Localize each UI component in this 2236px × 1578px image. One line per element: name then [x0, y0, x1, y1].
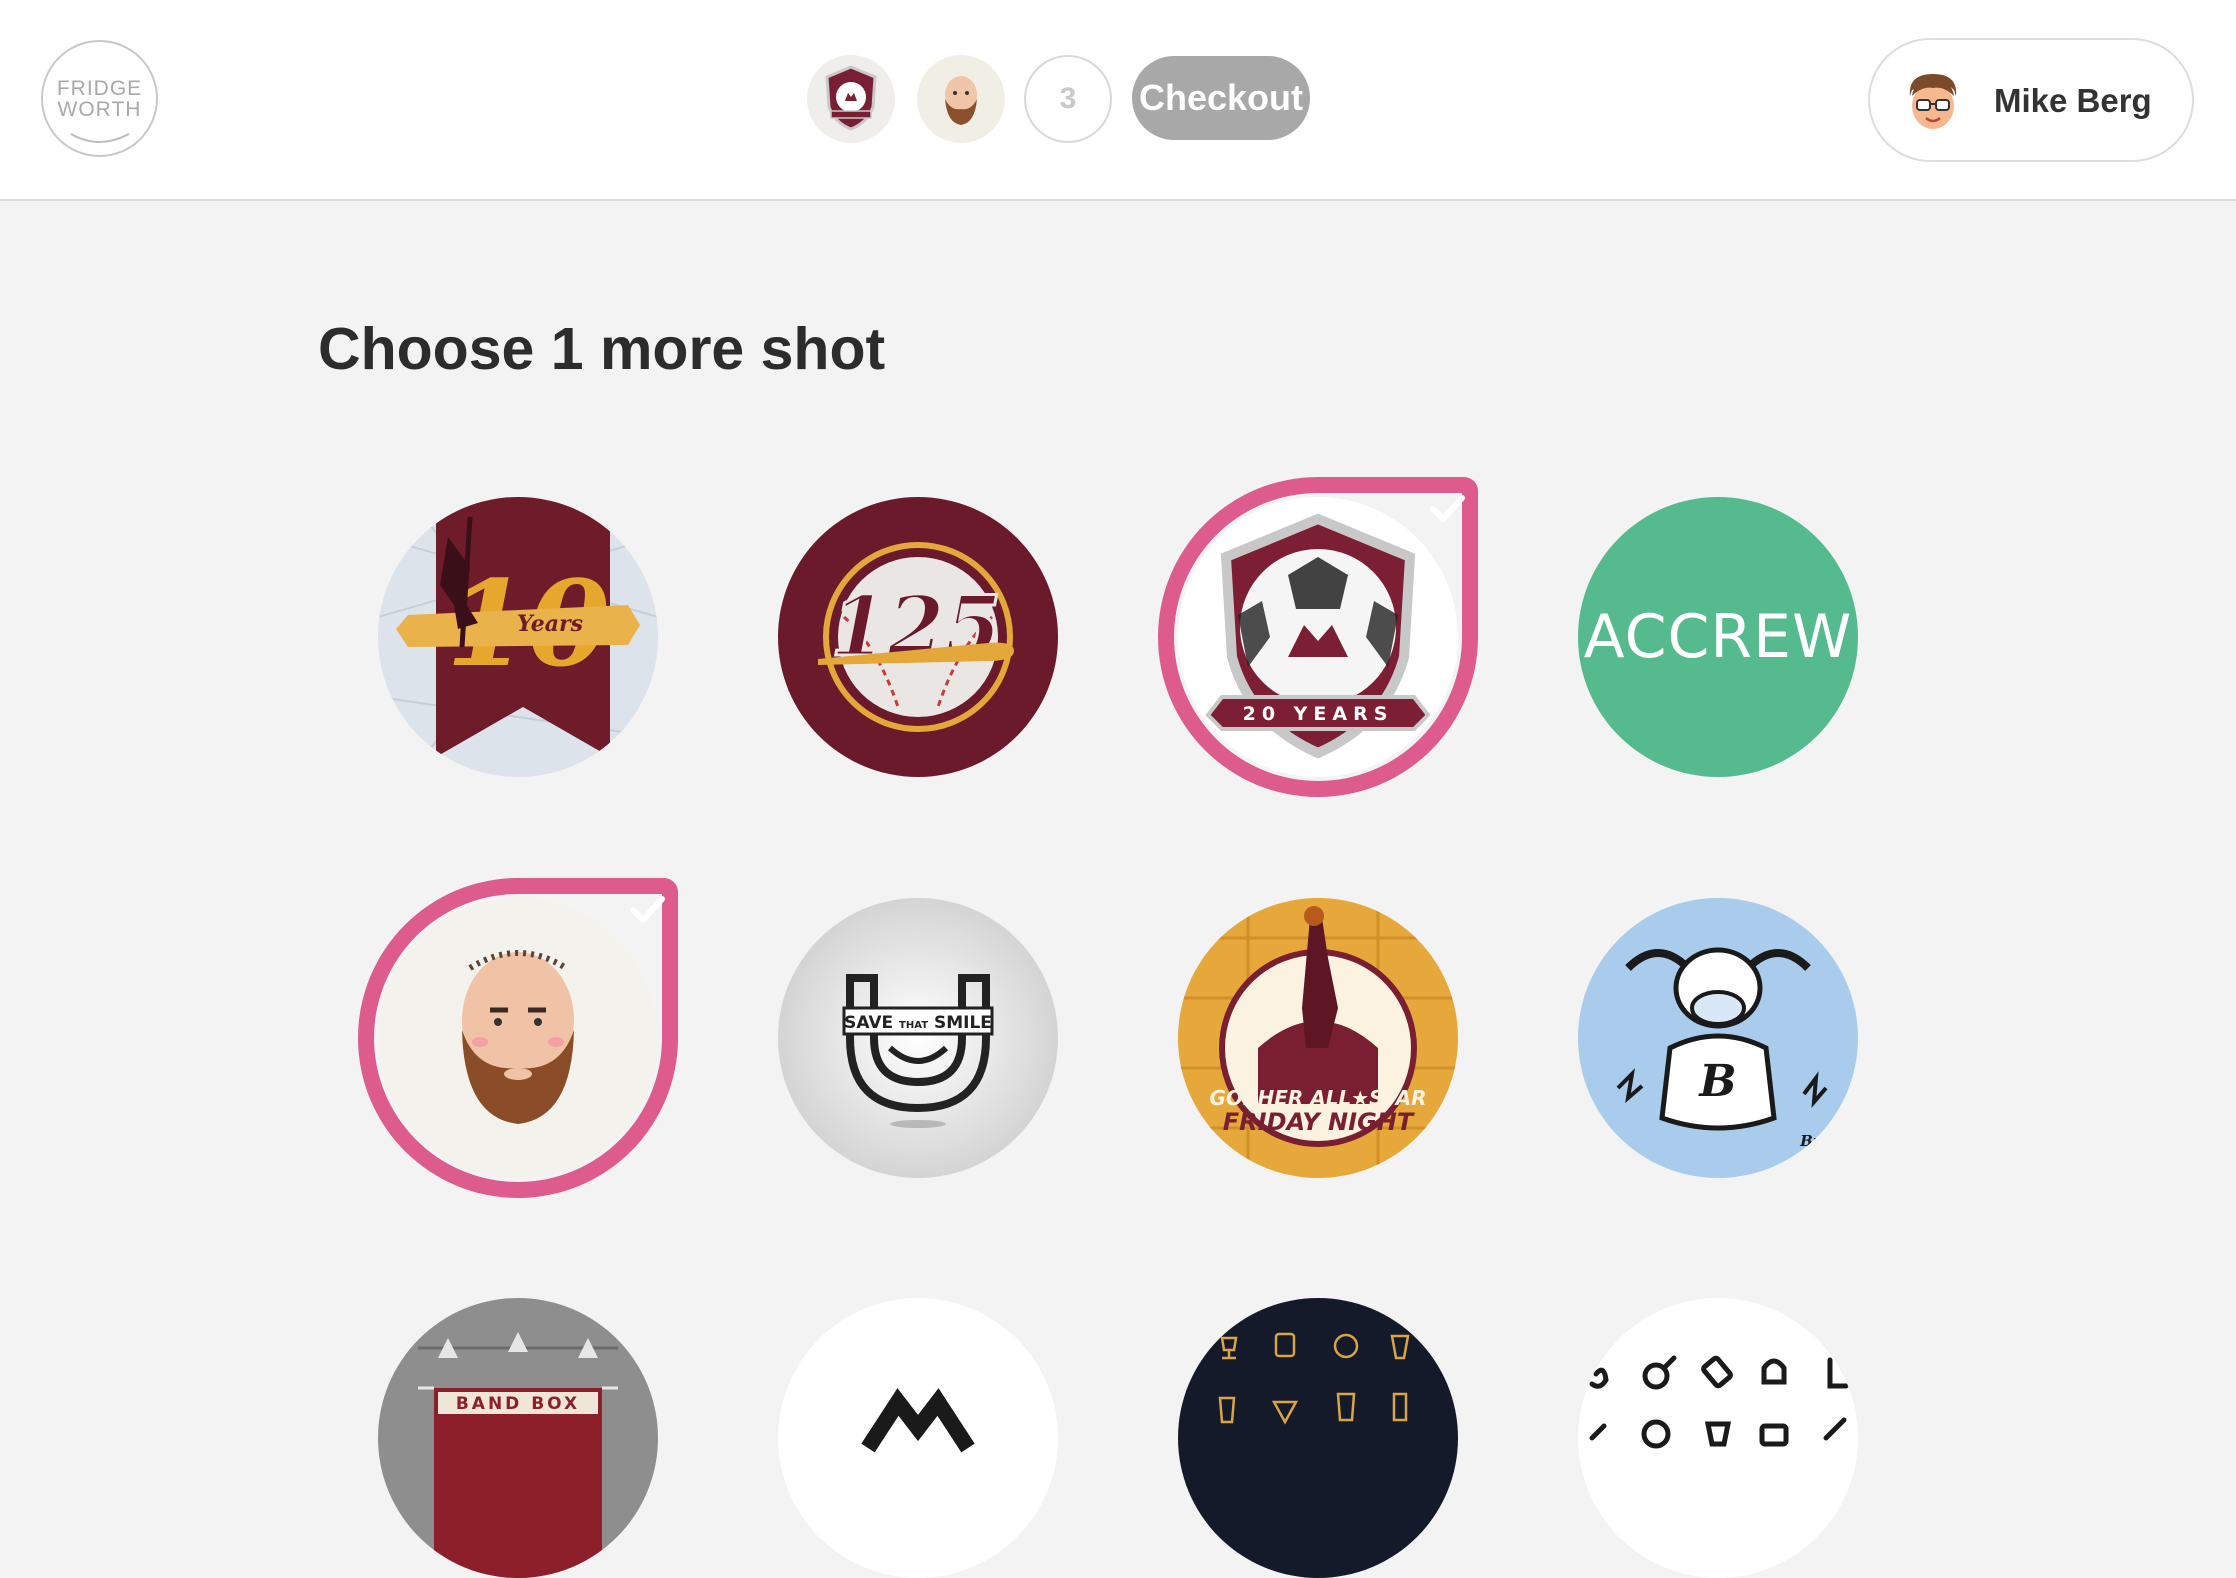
shot-7-line-2: FRIDAY NIGHT: [1223, 1108, 1415, 1136]
shot-gopher-all-star[interactable]: GOPHER ALL★STAR FRIDAY NIGHT: [1178, 898, 1458, 1178]
mountain-m-artwork-icon: [778, 1298, 1058, 1578]
fridgeworth-logo[interactable]: FRIDGE WORTH: [41, 40, 158, 157]
save-that-smile-artwork-icon: SAVE THAT SMILE: [778, 898, 1058, 1178]
accrew-artwork-icon: ACCREW: [1578, 497, 1858, 777]
shot-image: ACCREW: [1578, 497, 1858, 777]
checkout-button[interactable]: Checkout: [1132, 56, 1310, 140]
logo-swoosh-icon: [70, 133, 130, 143]
page-title: Choose 1 more shot: [318, 316, 886, 382]
shot-baseball-125[interactable]: 125: [778, 497, 1058, 777]
shot-save-that-smile[interactable]: SAVE THAT SMILE: [778, 898, 1058, 1178]
shot-image: [778, 1298, 1058, 1578]
bearded-face-icon: [945, 76, 977, 125]
user-name: Mike Berg: [1994, 82, 2152, 119]
hockey-10-years-artwork-icon: 10 Years: [378, 497, 658, 777]
shot-dark-icon-grid[interactable]: [1178, 1298, 1458, 1578]
shot-image: [1578, 1298, 1858, 1578]
shot-8-letter: B: [1697, 1056, 1736, 1107]
bull-mascot-artwork-icon: B Brand: [1578, 898, 1858, 1178]
shot-9-label: BAND BOX: [456, 1394, 580, 1414]
checkmark-icon: [1422, 483, 1472, 533]
checkmark-icon: [622, 884, 672, 934]
shot-bearded-man[interactable]: [358, 878, 678, 1198]
step-1-soccer-thumbnail[interactable]: [807, 55, 895, 143]
shot-bull-mascot[interactable]: B Brand: [1578, 898, 1858, 1178]
band-box-artwork-icon: BAND BOX: [378, 1298, 658, 1578]
shot-image: 125: [778, 497, 1058, 777]
shot-accrew[interactable]: ACCREW: [1578, 497, 1858, 777]
shot-4-label: ACCREW: [1584, 602, 1853, 672]
line-icon-grid-artwork-icon: [1578, 1298, 1858, 1578]
shot-image: B Brand: [1578, 898, 1858, 1178]
gopher-all-star-artwork-icon: GOPHER ALL★STAR FRIDAY NIGHT: [1178, 898, 1458, 1178]
step-2-bearded-thumbnail[interactable]: [917, 55, 1005, 143]
shot-8-brand: Brand: [1799, 1132, 1852, 1150]
shot-hockey-10-years[interactable]: 10 Years: [378, 497, 658, 777]
dark-icon-grid-artwork-icon: [1178, 1298, 1458, 1578]
step-3-empty[interactable]: 3: [1024, 55, 1112, 143]
baseball-125-artwork-icon: 125: [778, 497, 1058, 777]
shot-soccer-20-years[interactable]: 20 YEARS: [1158, 477, 1478, 797]
soccer-badge-icon: [825, 65, 877, 131]
shot-7-line-1: GOPHER ALL★STAR: [1209, 1086, 1426, 1110]
step-3-number: 3: [1059, 82, 1077, 115]
shot-mountain-m[interactable]: [778, 1298, 1058, 1578]
shot-band-box[interactable]: BAND BOX: [378, 1298, 658, 1578]
shot-image: GOPHER ALL★STAR FRIDAY NIGHT: [1178, 898, 1458, 1178]
top-header: FRIDGE WORTH 3 Checkout Mike Berg: [0, 0, 2236, 201]
user-avatar-icon: [1909, 74, 1957, 129]
user-menu[interactable]: Mike Berg: [1868, 38, 2194, 162]
shot-1-label: Years: [517, 611, 583, 637]
shot-image: BAND BOX: [378, 1298, 658, 1578]
shot-image: SAVE THAT SMILE: [778, 898, 1058, 1178]
shot-line-icon-grid[interactable]: [1578, 1298, 1858, 1578]
shot-image: 10 Years: [378, 497, 658, 777]
shot-image: [1178, 1298, 1458, 1578]
